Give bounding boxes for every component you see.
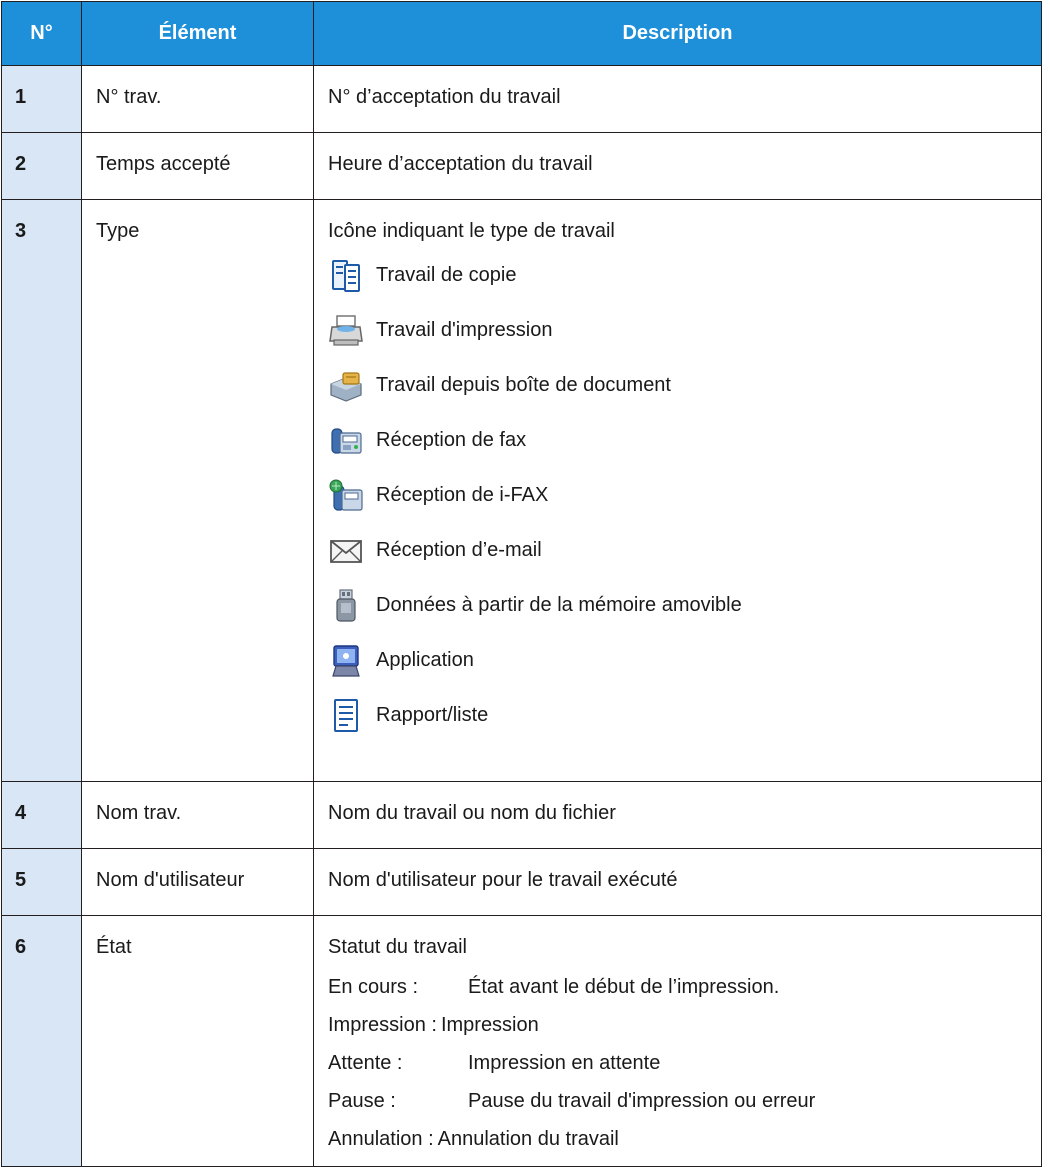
job-type-item: Application [328,633,1041,688]
table-row: 4 Nom trav. Nom du travail ou nom du fic… [1,781,1042,849]
job-type-list: Travail de copie Travail d'impression Tr… [328,248,1041,743]
fax-reception-icon [328,423,364,459]
row-description: Nom d'utilisateur pour le travail exécut… [313,848,1042,916]
copy-job-icon [328,258,364,294]
row-description: Heure d’acceptation du travail [313,132,1042,200]
header-description: Description [313,1,1042,66]
state-description: Statut du travail [328,936,467,958]
state-key: En cours : [328,976,419,998]
job-type-label: Réception de fax [376,429,527,451]
row-element: État [81,915,314,1167]
job-type-label: Rapport/liste [376,704,489,726]
table-row: 6 État Statut du travail En cours : État… [1,915,1042,1167]
state-key: Pause : [328,1090,396,1112]
removable-memory-icon [328,588,364,624]
report-list-icon [328,698,364,734]
row-description: Icône indiquant le type de travail Trava… [313,199,1042,782]
job-type-item: Travail de copie [328,248,1041,303]
state-item: Impression : Impression [328,1014,1041,1052]
job-type-item: Réception de i-FAX [328,468,1041,523]
row-number: 1 [1,65,82,133]
state-item: Attente : Impression en attente [328,1052,1041,1090]
job-type-label: Application [376,649,474,671]
table-row: 5 Nom d'utilisateur Nom d'utilisateur po… [1,848,1042,916]
row-element: Nom d'utilisateur [81,848,314,916]
job-type-label: Travail depuis boîte de document [376,374,671,396]
job-status-table: N° Élément Description 1 N° trav. N° d’a… [1,1,1042,1167]
row-number: 3 [1,199,82,782]
row-description: Nom du travail ou nom du fichier [313,781,1042,849]
table-row: 3 Type Icône indiquant le type de travai… [1,199,1042,782]
job-type-item: Réception de fax [328,413,1041,468]
print-job-icon [328,313,364,349]
state-item: Pause : Pause du travail d'impression ou… [328,1090,1041,1128]
header-number: N° [1,1,82,66]
job-type-item: Réception d’e-mail [328,523,1041,578]
state-item: En cours : État avant le début de l’impr… [328,976,1041,1014]
job-type-label: Travail de copie [376,264,517,286]
table-row: 1 N° trav. N° d’acceptation du travail [1,65,1042,133]
job-type-label: Réception de i-FAX [376,484,549,506]
state-value: Annulation du travail [437,1128,619,1150]
state-value: Impression en attente [468,1052,661,1074]
table-row: 2 Temps accepté Heure d’acceptation du t… [1,132,1042,200]
row-element: Nom trav. [81,781,314,849]
header-element: Élément [81,1,314,66]
row-description: N° d’acceptation du travail [313,65,1042,133]
email-reception-icon [328,533,364,569]
job-type-label: Réception d’e-mail [376,539,542,561]
header-row: N° Élément Description [1,1,1042,66]
job-type-item: Rapport/liste [328,688,1041,743]
row-element: N° trav. [81,65,314,133]
row-number: 4 [1,781,82,849]
state-value: Impression [440,1014,539,1036]
state-value: Pause du travail d'impression ou erreur [468,1090,816,1112]
ifax-reception-icon [328,478,364,514]
state-key: Attente : [328,1052,403,1074]
job-type-label: Données à partir de la mémoire amovible [376,594,742,616]
state-key: Impression : [328,1014,437,1036]
job-type-item: Travail depuis boîte de document [328,358,1041,413]
job-type-label: Travail d'impression [376,319,553,341]
row-description: Statut du travail En cours : État avant … [313,915,1042,1167]
document-box-job-icon [328,368,364,404]
job-type-item: Données à partir de la mémoire amovible [328,578,1041,633]
state-key: Annulation : [328,1128,434,1150]
job-type-item: Travail d'impression [328,303,1041,358]
type-description: Icône indiquant le type de travail [328,220,615,242]
application-icon [328,643,364,679]
row-number: 6 [1,915,82,1167]
row-number: 2 [1,132,82,200]
row-element: Type [81,199,314,782]
state-value: État avant le début de l’impression. [468,976,780,998]
state-item: Annulation : Annulation du travail [328,1128,1041,1166]
row-number: 5 [1,848,82,916]
row-element: Temps accepté [81,132,314,200]
